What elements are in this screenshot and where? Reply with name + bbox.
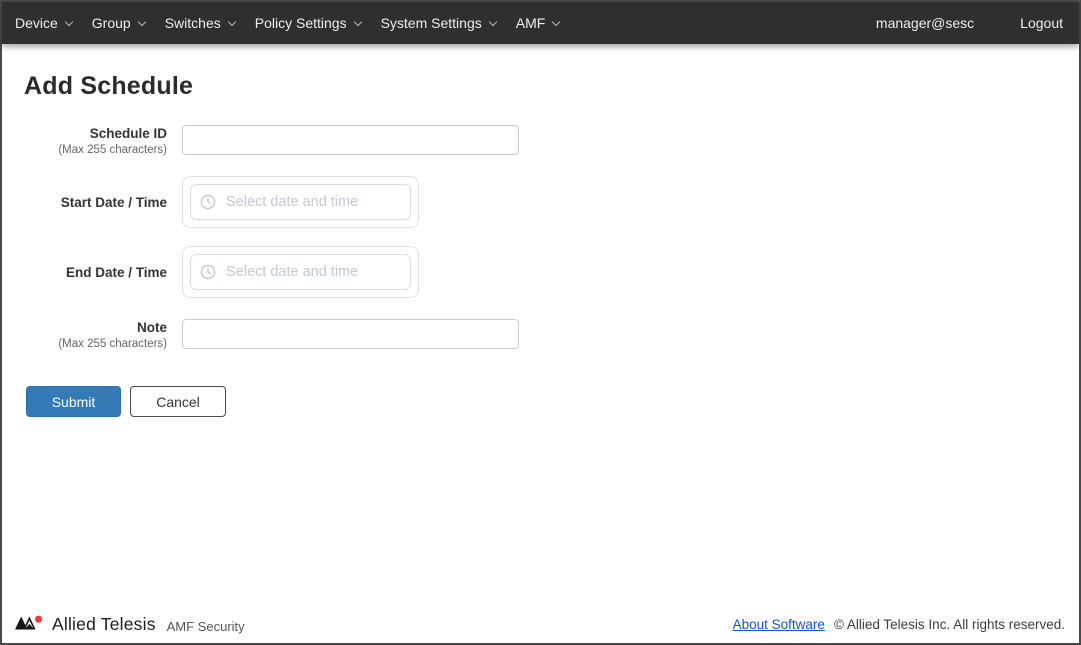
footer-brand-block: Allied Telesis AMF Security: [15, 612, 245, 636]
submit-button[interactable]: Submit: [26, 386, 121, 417]
form-actions: Submit Cancel: [26, 386, 1079, 417]
schedule-id-input[interactable]: [182, 125, 519, 155]
clock-icon: [200, 264, 216, 280]
end-datetime-label: End Date / Time: [2, 264, 167, 281]
brand-wordmark: Allied Telesis: [52, 614, 156, 635]
nav-item-system-settings[interactable]: System Settings: [371, 15, 506, 31]
allied-telesis-logo-icon: [15, 614, 45, 636]
nav-item-switches[interactable]: Switches: [155, 15, 245, 31]
nav-item-policy-settings[interactable]: Policy Settings: [245, 15, 371, 31]
start-datetime-label-block: Start Date / Time: [2, 194, 167, 211]
nav-item-device[interactable]: Device: [15, 15, 82, 31]
form-row-schedule-id: Schedule ID (Max 255 characters): [2, 122, 1079, 158]
product-name: AMF Security: [167, 614, 245, 634]
start-datetime-label: Start Date / Time: [2, 194, 167, 211]
chevron-down-icon: [353, 17, 361, 25]
chevron-down-icon: [65, 17, 73, 25]
navbar-right: manager@sesc Logout: [876, 15, 1063, 31]
schedule-id-hint: (Max 255 characters): [2, 142, 167, 158]
footer-legal-block: About Software © Allied Telesis Inc. All…: [733, 617, 1065, 632]
schedule-id-label-block: Schedule ID (Max 255 characters): [2, 122, 167, 158]
start-datetime-picker: [182, 176, 419, 228]
start-datetime-control: [182, 176, 419, 228]
nav-item-label: Switches: [165, 15, 221, 31]
about-software-link[interactable]: About Software: [733, 617, 825, 632]
form-row-note: Note (Max 255 characters): [2, 316, 1079, 352]
nav-item-label: Policy Settings: [255, 15, 347, 31]
end-datetime-input-wrap: [190, 254, 411, 290]
add-schedule-form: Schedule ID (Max 255 characters) Start D…: [2, 122, 1079, 417]
start-datetime-input-wrap: [190, 184, 411, 220]
note-label-block: Note (Max 255 characters): [2, 316, 167, 352]
nav-item-label: AMF: [516, 15, 546, 31]
nav-item-label: Group: [92, 15, 131, 31]
chevron-down-icon: [137, 17, 145, 25]
chevron-down-icon: [228, 17, 236, 25]
nav-item-label: Device: [15, 15, 58, 31]
note-hint: (Max 255 characters): [2, 336, 167, 352]
clock-icon: [200, 194, 216, 210]
page-title: Add Schedule: [24, 72, 1079, 101]
cancel-button[interactable]: Cancel: [130, 386, 226, 417]
form-row-end-datetime: End Date / Time: [2, 246, 1079, 298]
schedule-id-label: Schedule ID: [2, 125, 167, 142]
app-window: { "navbar": { "items": ["Device", "Group…: [0, 0, 1081, 645]
end-datetime-control: [182, 246, 419, 298]
logged-in-user-label: manager@sesc: [876, 15, 974, 31]
main-menu: Device Group Switches Policy Settings Sy…: [15, 15, 569, 31]
form-row-start-datetime: Start Date / Time: [2, 176, 1079, 228]
schedule-id-control: [182, 125, 519, 155]
start-datetime-input[interactable]: [226, 194, 402, 210]
main-content: Add Schedule Schedule ID (Max 255 charac…: [2, 72, 1079, 417]
nav-item-label: System Settings: [381, 15, 482, 31]
chevron-down-icon: [488, 17, 496, 25]
note-input[interactable]: [182, 319, 519, 349]
end-datetime-input[interactable]: [226, 264, 402, 280]
logout-button[interactable]: Logout: [1020, 15, 1063, 31]
page-footer: Allied Telesis AMF Security About Softwa…: [2, 609, 1079, 643]
end-datetime-label-block: End Date / Time: [2, 264, 167, 281]
nav-item-amf[interactable]: AMF: [506, 15, 570, 31]
copyright-text: © Allied Telesis Inc. All rights reserve…: [834, 617, 1065, 632]
nav-item-group[interactable]: Group: [82, 15, 155, 31]
note-control: [182, 319, 519, 349]
top-navbar: Device Group Switches Policy Settings Sy…: [2, 2, 1079, 44]
end-datetime-picker: [182, 246, 419, 298]
note-label: Note: [2, 319, 167, 336]
chevron-down-icon: [552, 17, 560, 25]
